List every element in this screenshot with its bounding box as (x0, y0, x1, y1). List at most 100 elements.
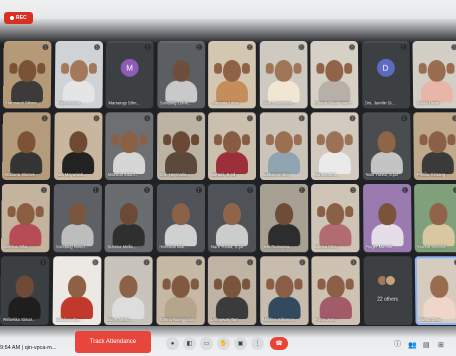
track-attendance-button[interactable]: Track Attendance (75, 331, 151, 353)
more-options-icon[interactable]: ⋮ (451, 44, 456, 51)
participant-tile[interactable]: ⋮ Nurhayati S... (310, 112, 359, 181)
more-options-icon[interactable]: ⋮ (40, 186, 47, 194)
more-options-icon[interactable]: ⋮ (246, 115, 253, 122)
mic-icon[interactable]: ● (166, 337, 179, 350)
more-options-icon[interactable]: ⋮ (41, 115, 48, 122)
participant-name: Nila Mayuniati... (56, 172, 87, 178)
more-options-icon[interactable]: ⋮ (298, 115, 305, 122)
more-options-icon[interactable]: ⋮ (247, 259, 254, 266)
more-options-icon[interactable]: ⋮ (195, 259, 202, 266)
participant-tile[interactable]: ⋮ Nani Yunita, S.pd (207, 183, 257, 253)
more-options-icon[interactable]: ⋮ (246, 44, 253, 51)
participant-tile[interactable]: D ⋮ Drs. Jamilin Si... (361, 41, 410, 109)
participant-tile[interactable]: ⋮ Tiarma Nainggolan (155, 256, 205, 326)
participant-video-face (430, 275, 449, 298)
participant-video-body (421, 152, 454, 175)
more-options-icon[interactable]: ⋮ (298, 259, 305, 266)
raised-hand (265, 134, 274, 146)
more-options-icon[interactable]: ⋮ (401, 186, 408, 194)
raised-hand (344, 134, 353, 146)
chat-icon[interactable]: ▤ (423, 341, 430, 349)
leave-call-icon[interactable]: ☎ (270, 337, 288, 350)
captions-icon[interactable]: ▭ (200, 337, 213, 350)
present-icon[interactable]: ▣ (234, 337, 247, 350)
participant-name: Sondang Lumb... (159, 100, 192, 106)
more-options-icon[interactable]: ⋮ (195, 115, 202, 122)
more-options-icon[interactable]: ⋮ (349, 115, 356, 122)
more-options-icon[interactable]: ⋮ (143, 186, 150, 194)
participant-name: Nuraini, S.pd (211, 172, 236, 178)
participant-tile[interactable]: ⋮ Nuraini, S.pd (208, 112, 256, 181)
participant-tile[interactable]: ⋮ Hamsanti Sihom... (2, 41, 52, 109)
participant-tile[interactable]: ⋮ Marsiun Situm... (105, 112, 154, 181)
more-options-icon[interactable]: ⋮ (350, 186, 357, 194)
more-options-icon[interactable]: ⋮ (400, 44, 407, 51)
participant-tile[interactable]: ⋮ Nila Mayuniati... (53, 112, 103, 181)
participant-avatar: M (120, 59, 139, 77)
info-icon[interactable]: ⓘ (394, 339, 401, 349)
more-options-icon[interactable]: ⋮ (40, 259, 47, 266)
participant-video-face (429, 202, 448, 225)
participant-tile[interactable]: ⋮ Sondang Lumb... (156, 41, 205, 109)
more-options-icon[interactable]: ⋮ (251, 337, 264, 350)
participant-tile[interactable]: ⋮ Susima Mella... (104, 183, 153, 253)
participant-tile[interactable]: ⋮ Marlina Silitonga (259, 256, 309, 326)
participant-tile[interactable]: 22 others (363, 256, 413, 326)
participant-tile[interactable]: ⋮ Marisa Siha... (311, 183, 360, 253)
participant-tile[interactable]: ⋮ Ronare Sitanggang... (310, 41, 359, 109)
participant-tile[interactable]: ⋮ Dra. Haymaria... (156, 112, 205, 181)
participant-tile[interactable]: ⋮Hanna Situmor... (414, 183, 456, 253)
people-icon[interactable]: 👥 (408, 341, 417, 349)
participant-tile[interactable]: ⋮ Rina Sinambela... (259, 41, 308, 109)
raise-hand-icon[interactable]: ✋ (217, 337, 230, 350)
participant-tile[interactable]: M ⋮ Marsenyp Sihn... (105, 41, 154, 109)
participant-name: Nurhayati S... (313, 172, 340, 178)
activities-icon[interactable]: ⊞ (438, 341, 444, 349)
raised-hand (241, 134, 250, 146)
participant-tile[interactable]: ⋮ Hotmauli Mar... (156, 183, 205, 253)
participant-tile[interactable]: ⋮ Jimi Rumapea... (259, 183, 308, 253)
participant-tile[interactable]: ⋮ Nurlis Mella... (103, 256, 153, 326)
more-options-icon[interactable]: ⋮ (349, 44, 356, 51)
participant-tile[interactable]: ⋮Juwita Dewi (414, 256, 456, 326)
participant-name: 22 others (377, 296, 399, 303)
recording-badge: REC (4, 12, 33, 24)
more-options-icon[interactable]: ⋮ (92, 186, 99, 194)
participant-tile[interactable]: ⋮ Nani Yunita, S.pd (361, 112, 411, 181)
participant-tile[interactable]: ⋮ Sondang Nover... (52, 183, 102, 253)
participant-tile[interactable]: ⋮ Marlina Siha... (1, 183, 50, 253)
more-options-icon[interactable]: ⋮ (144, 44, 151, 51)
more-options-icon[interactable]: ⋮ (195, 44, 202, 51)
more-options-icon[interactable]: ⋮ (452, 115, 456, 122)
participant-tile[interactable]: ⋮ Mariana Sitorus (2, 112, 51, 181)
more-options-icon[interactable]: ⋮ (195, 186, 202, 194)
participant-video-face (69, 59, 88, 82)
participant-tile[interactable]: ⋮ Natalia Luba... (52, 256, 101, 326)
others-avatar (384, 275, 396, 287)
raised-hand (242, 278, 251, 290)
more-options-icon[interactable]: ⋮ (298, 186, 305, 194)
participant-tile[interactable]: ⋮ Yanti Mariati (54, 41, 103, 109)
more-options-icon[interactable]: ⋮ (247, 186, 254, 194)
more-options-icon[interactable]: ⋮ (42, 44, 49, 51)
participant-tile[interactable]: ⋮ Theresia Lubis... (208, 41, 256, 109)
participant-video-face (171, 131, 190, 153)
more-options-icon[interactable]: ⋮ (91, 259, 98, 266)
participant-tile[interactable]: ⋮ Roger Mansur... (362, 183, 412, 253)
participant-tile[interactable]: ⋮ Lismawati Tam... (207, 256, 257, 326)
more-options-icon[interactable]: ⋮ (144, 115, 151, 122)
participant-tile[interactable]: ⋮ Nurlisa Ambri... (259, 112, 308, 181)
more-options-icon[interactable]: ⋮ (93, 44, 100, 51)
more-options-icon[interactable]: ⋮ (400, 115, 407, 122)
participant-video-body (215, 224, 249, 247)
participant-tile[interactable]: ⋮ Frima Jum... (311, 256, 361, 326)
more-options-icon[interactable]: ⋮ (143, 259, 150, 266)
more-options-icon[interactable]: ⋮ (92, 115, 100, 122)
participant-tile[interactable]: ⋮ Juwita Dewi... (412, 41, 456, 109)
camera-icon[interactable]: ◧ (183, 337, 196, 350)
participant-tile[interactable]: ⋮ Rebekka Simar... (0, 256, 50, 326)
participant-tile[interactable]: ⋮ Prisilia Girsang (413, 112, 456, 181)
more-options-icon[interactable]: ⋮ (297, 44, 304, 51)
more-options-icon[interactable]: ⋮ (350, 259, 357, 266)
raised-hand (345, 206, 354, 218)
